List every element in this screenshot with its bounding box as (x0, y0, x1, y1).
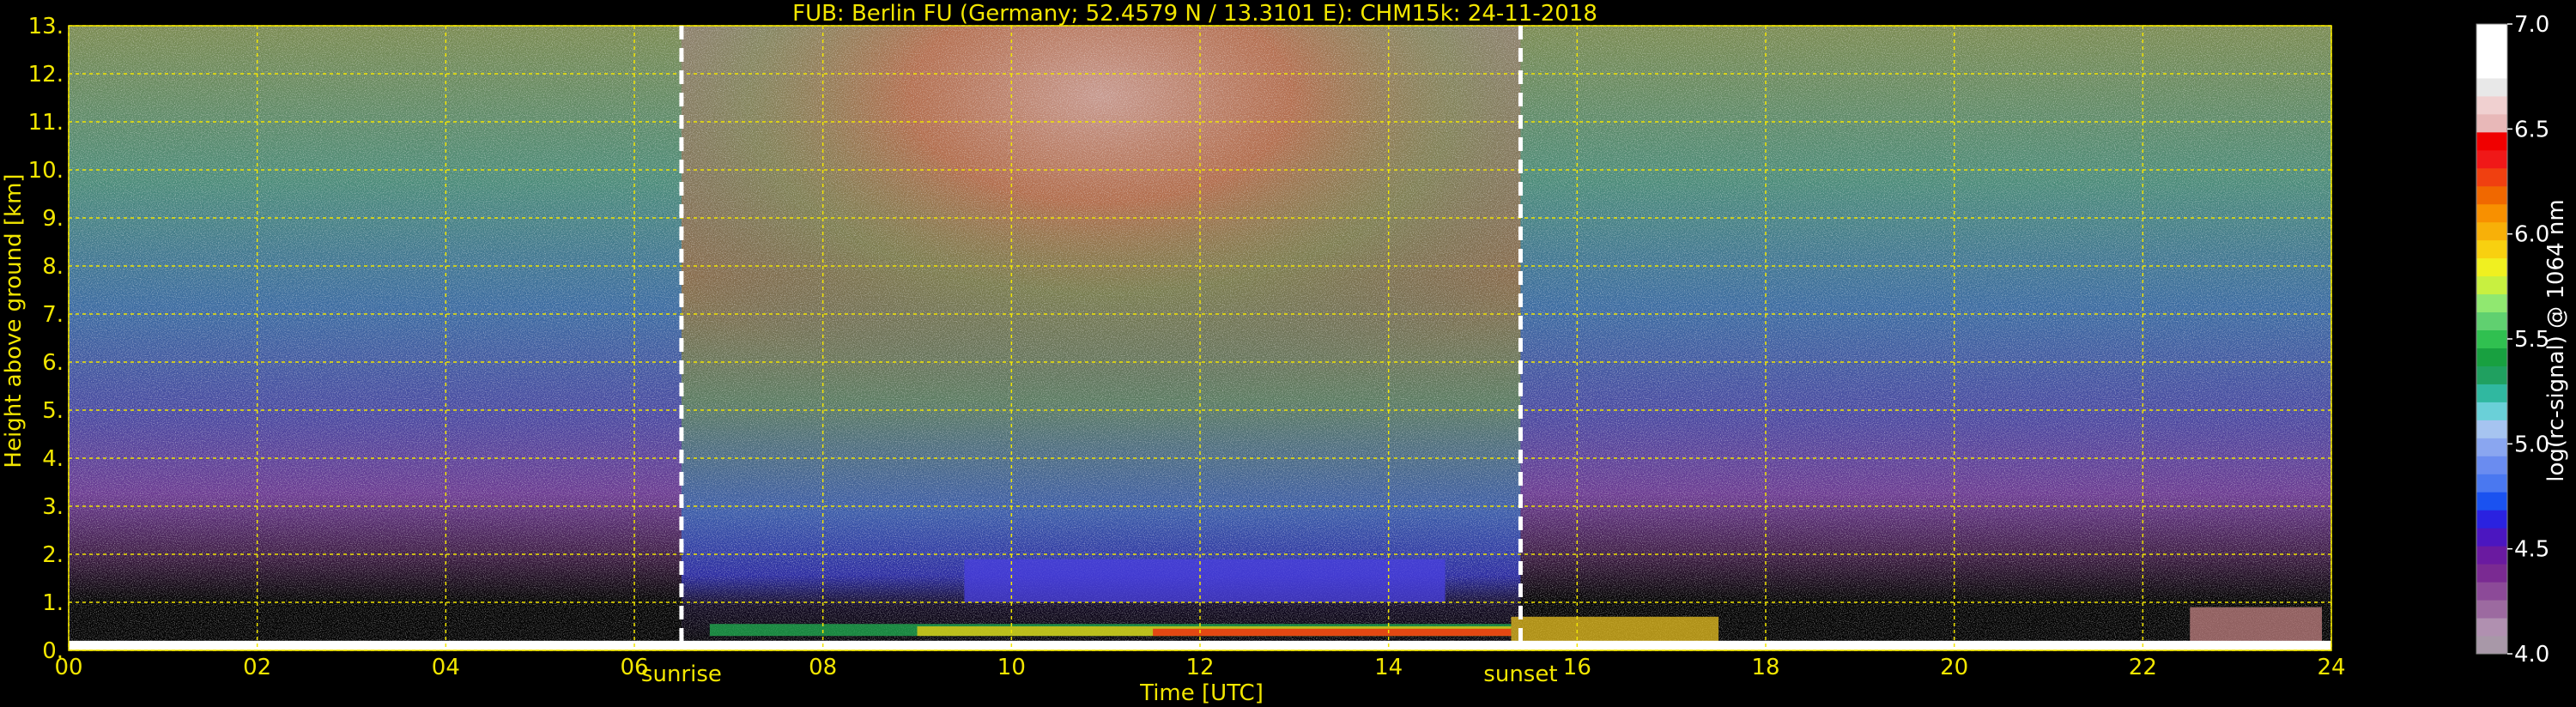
colorbar-tick-label: 6.5 (2514, 117, 2549, 142)
y-tick-label: 3. (42, 494, 64, 520)
colorbar: 4.04.55.05.56.06.57.0 (2476, 12, 2549, 668)
colorbar-swatch (2476, 275, 2507, 295)
colorbar-swatch (2476, 257, 2507, 277)
x-tick-label: 16 (1563, 655, 1591, 680)
colorbar-swatch (2476, 420, 2507, 438)
colorbar-swatch (2476, 636, 2507, 655)
y-tick-label: 12. (28, 62, 64, 88)
y-tick-label: 9. (42, 206, 64, 232)
y-tick-label: 6. (42, 350, 64, 376)
layer-red (1153, 628, 1512, 637)
colorbar-swatch (2476, 311, 2507, 331)
layer-late (2190, 607, 2323, 646)
colorbar-swatch (2476, 41, 2507, 61)
y-tick-label: 2. (42, 542, 64, 568)
colorbar-tick-label: 4.0 (2514, 642, 2549, 668)
y-tick-label: 4. (42, 446, 64, 472)
colorbar-swatch (2476, 221, 2507, 241)
colorbar-swatch (2476, 185, 2507, 205)
layer-blue-haze (964, 559, 1446, 602)
colorbar-tick-label: 7.0 (2514, 12, 2549, 38)
x-tick-label: 18 (1751, 655, 1779, 680)
colorbar-swatch (2476, 456, 2507, 474)
y-tick-label: 13. (28, 14, 64, 39)
ceilometer-chart: 00 02 04 06 08 10 12 14 16 18 20 22 240.1.2.3.4.5.6.… (1, 1, 2569, 706)
x-tick-label: 24 (2317, 655, 2345, 680)
colorbar-swatch (2476, 239, 2507, 259)
colorbar-swatch (2476, 474, 2507, 492)
colorbar-swatch (2476, 438, 2507, 456)
chart-title: FUB: Berlin FU (Germany; 52.4579 N / 13.… (792, 1, 1597, 27)
colorbar-swatch (2476, 402, 2507, 420)
colorbar-tick-label: 4.5 (2514, 537, 2549, 563)
x-tick-label: 10 (997, 655, 1026, 680)
colorbar-swatch (2476, 293, 2507, 313)
colorbar-swatch (2476, 600, 2507, 619)
y-tick-label: 5. (42, 398, 64, 424)
colorbar-swatch (2476, 528, 2507, 547)
colorbar-swatch (2476, 492, 2507, 511)
x-tick-label: 20 (1940, 655, 1968, 680)
marker-label-sunset: sunset (1483, 662, 1557, 687)
colorbar-swatch (2476, 149, 2507, 169)
x-tick-label: 12 (1185, 655, 1214, 680)
y-tick-label: 7. (42, 302, 64, 328)
colorbar-swatch (2476, 582, 2507, 601)
colorbar-swatch (2476, 510, 2507, 529)
colorbar-swatch (2476, 329, 2507, 348)
colorbar-swatch (2476, 113, 2507, 133)
y-axis-label: Height above ground [km] (1, 173, 27, 468)
marker-label-sunrise: sunrise (641, 662, 722, 687)
colorbar-swatch (2476, 77, 2507, 97)
x-tick-label: 14 (1374, 655, 1403, 680)
y-tick-label: 8. (42, 254, 64, 280)
y-tick-label: 10. (28, 158, 64, 184)
x-axis-label: Time [UTC] (1139, 680, 1264, 706)
x-tick-label: 08 (809, 655, 837, 680)
colorbar-swatch (2476, 59, 2507, 79)
colorbar-swatch (2476, 347, 2507, 366)
x-tick-label: 02 (243, 655, 271, 680)
y-tick-label: 0. (42, 638, 64, 664)
colorbar-swatch (2476, 203, 2507, 223)
colorbar-swatch (2476, 384, 2507, 402)
y-tick-label: 1. (42, 590, 64, 616)
colorbar-swatch (2476, 546, 2507, 565)
colorbar-label: log(rc-signal) @ 1064 nm (2543, 199, 2569, 481)
colorbar-swatch (2476, 618, 2507, 637)
colorbar-swatch (2476, 366, 2507, 384)
colorbar-swatch (2476, 95, 2507, 115)
x-tick-label: 22 (2129, 655, 2157, 680)
colorbar-swatch (2476, 131, 2507, 151)
x-tick-label: 04 (432, 655, 460, 680)
y-tick-label: 11. (28, 110, 64, 136)
colorbar-swatch (2476, 24, 2507, 43)
colorbar-swatch (2476, 167, 2507, 187)
colorbar-swatch (2476, 564, 2507, 583)
